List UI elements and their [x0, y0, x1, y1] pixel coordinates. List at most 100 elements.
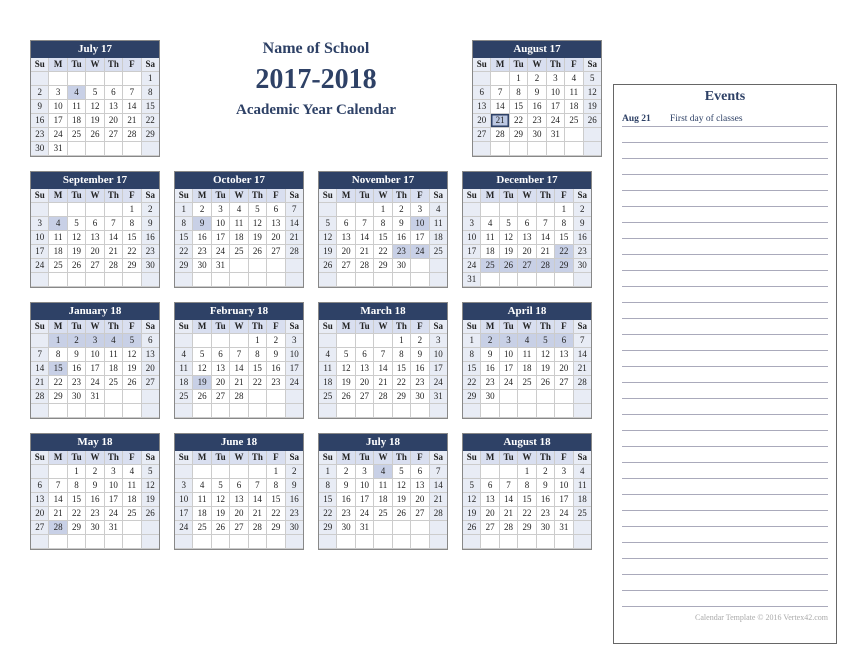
day-cell: 21 — [500, 507, 518, 521]
day-cell: 4 — [430, 203, 447, 217]
day-cell: 25 — [565, 114, 583, 128]
day-cell: 9 — [286, 479, 303, 493]
day-cell: 12 — [319, 231, 337, 245]
subtitle: Academic Year Calendar — [174, 102, 458, 119]
day-cell: 10 — [286, 348, 303, 362]
dow-label: Th — [393, 320, 411, 334]
day-cell — [230, 259, 248, 273]
month-title: March 18 — [319, 303, 447, 320]
day-cell: 31 — [463, 273, 481, 287]
day-cell — [319, 535, 337, 549]
dow-label: Su — [31, 320, 49, 334]
day-cell — [337, 273, 355, 287]
month-july-17: July 17SuMTuWThFSa1234567891011121314151… — [30, 40, 160, 157]
day-cell: 28 — [31, 390, 49, 404]
day-cell: 23 — [393, 245, 411, 259]
day-cell: 2 — [193, 203, 211, 217]
dow-label: Th — [537, 451, 555, 465]
day-cell: 6 — [230, 479, 248, 493]
day-cell: 24 — [175, 521, 193, 535]
event-row-blank — [622, 239, 828, 255]
day-cell: 9 — [267, 348, 285, 362]
day-cell: 25 — [105, 376, 123, 390]
day-cell — [249, 404, 267, 418]
day-cell: 18 — [374, 493, 392, 507]
day-cell: 19 — [319, 245, 337, 259]
day-cell: 22 — [518, 507, 536, 521]
day-cell: 26 — [249, 245, 267, 259]
day-cell: 2 — [142, 203, 159, 217]
day-cell: 8 — [123, 217, 141, 231]
day-cell — [230, 273, 248, 287]
day-cell: 15 — [175, 231, 193, 245]
day-cell: 30 — [393, 259, 411, 273]
day-cell — [574, 535, 591, 549]
day-cell: 14 — [31, 362, 49, 376]
day-cell — [411, 259, 429, 273]
dow-label: M — [337, 189, 355, 203]
day-cell: 20 — [473, 114, 491, 128]
day-cell — [31, 334, 49, 348]
day-cell: 12 — [193, 362, 211, 376]
month-title: April 18 — [463, 303, 591, 320]
day-cell — [491, 142, 509, 156]
day-cell: 7 — [49, 479, 67, 493]
day-cell: 21 — [123, 114, 141, 128]
day-cell: 19 — [123, 362, 141, 376]
day-cell: 29 — [175, 259, 193, 273]
day-cell: 6 — [356, 348, 374, 362]
day-cell: 30 — [86, 521, 104, 535]
event-row-blank — [622, 463, 828, 479]
day-cell: 14 — [286, 217, 303, 231]
day-cell: 15 — [510, 100, 528, 114]
day-cell — [286, 390, 303, 404]
day-cell — [430, 535, 447, 549]
day-cell: 22 — [175, 245, 193, 259]
dow-label: Sa — [430, 189, 447, 203]
day-cell — [230, 535, 248, 549]
dow-label: F — [267, 451, 285, 465]
day-cell — [175, 404, 193, 418]
day-cell: 21 — [491, 114, 509, 128]
dow-label: Sa — [430, 451, 447, 465]
day-cell: 27 — [142, 376, 159, 390]
day-cell: 9 — [537, 479, 555, 493]
event-row-blank — [622, 207, 828, 223]
day-cell: 22 — [510, 114, 528, 128]
dow-label: Su — [319, 451, 337, 465]
day-cell: 28 — [491, 128, 509, 142]
day-cell: 27 — [555, 376, 573, 390]
day-cell: 11 — [175, 362, 193, 376]
day-cell: 29 — [123, 259, 141, 273]
day-cell — [500, 465, 518, 479]
dow-label: Su — [319, 189, 337, 203]
day-cell: 3 — [49, 86, 67, 100]
dow-label: Th — [105, 58, 123, 72]
dow-label: Th — [105, 189, 123, 203]
day-cell: 16 — [528, 100, 546, 114]
dow-label: Tu — [212, 189, 230, 203]
day-cell: 16 — [393, 231, 411, 245]
day-cell: 17 — [500, 362, 518, 376]
event-row: Aug 21First day of classes — [622, 111, 828, 127]
month-title: August 18 — [463, 434, 591, 451]
day-cell: 19 — [212, 507, 230, 521]
dow-label: Sa — [574, 320, 591, 334]
day-cell — [319, 273, 337, 287]
day-cell — [555, 404, 573, 418]
day-cell: 16 — [411, 362, 429, 376]
day-cell: 1 — [393, 334, 411, 348]
dow-label: Su — [31, 189, 49, 203]
day-cell — [374, 334, 392, 348]
day-cell: 7 — [374, 348, 392, 362]
dow-label: W — [374, 189, 392, 203]
day-cell — [105, 142, 123, 156]
dow-label: W — [86, 451, 104, 465]
day-cell — [212, 404, 230, 418]
day-cell: 3 — [463, 217, 481, 231]
day-cell: 27 — [481, 521, 499, 535]
day-cell: 20 — [142, 362, 159, 376]
day-cell: 24 — [411, 245, 429, 259]
day-cell: 26 — [337, 390, 355, 404]
dow-label: F — [411, 189, 429, 203]
